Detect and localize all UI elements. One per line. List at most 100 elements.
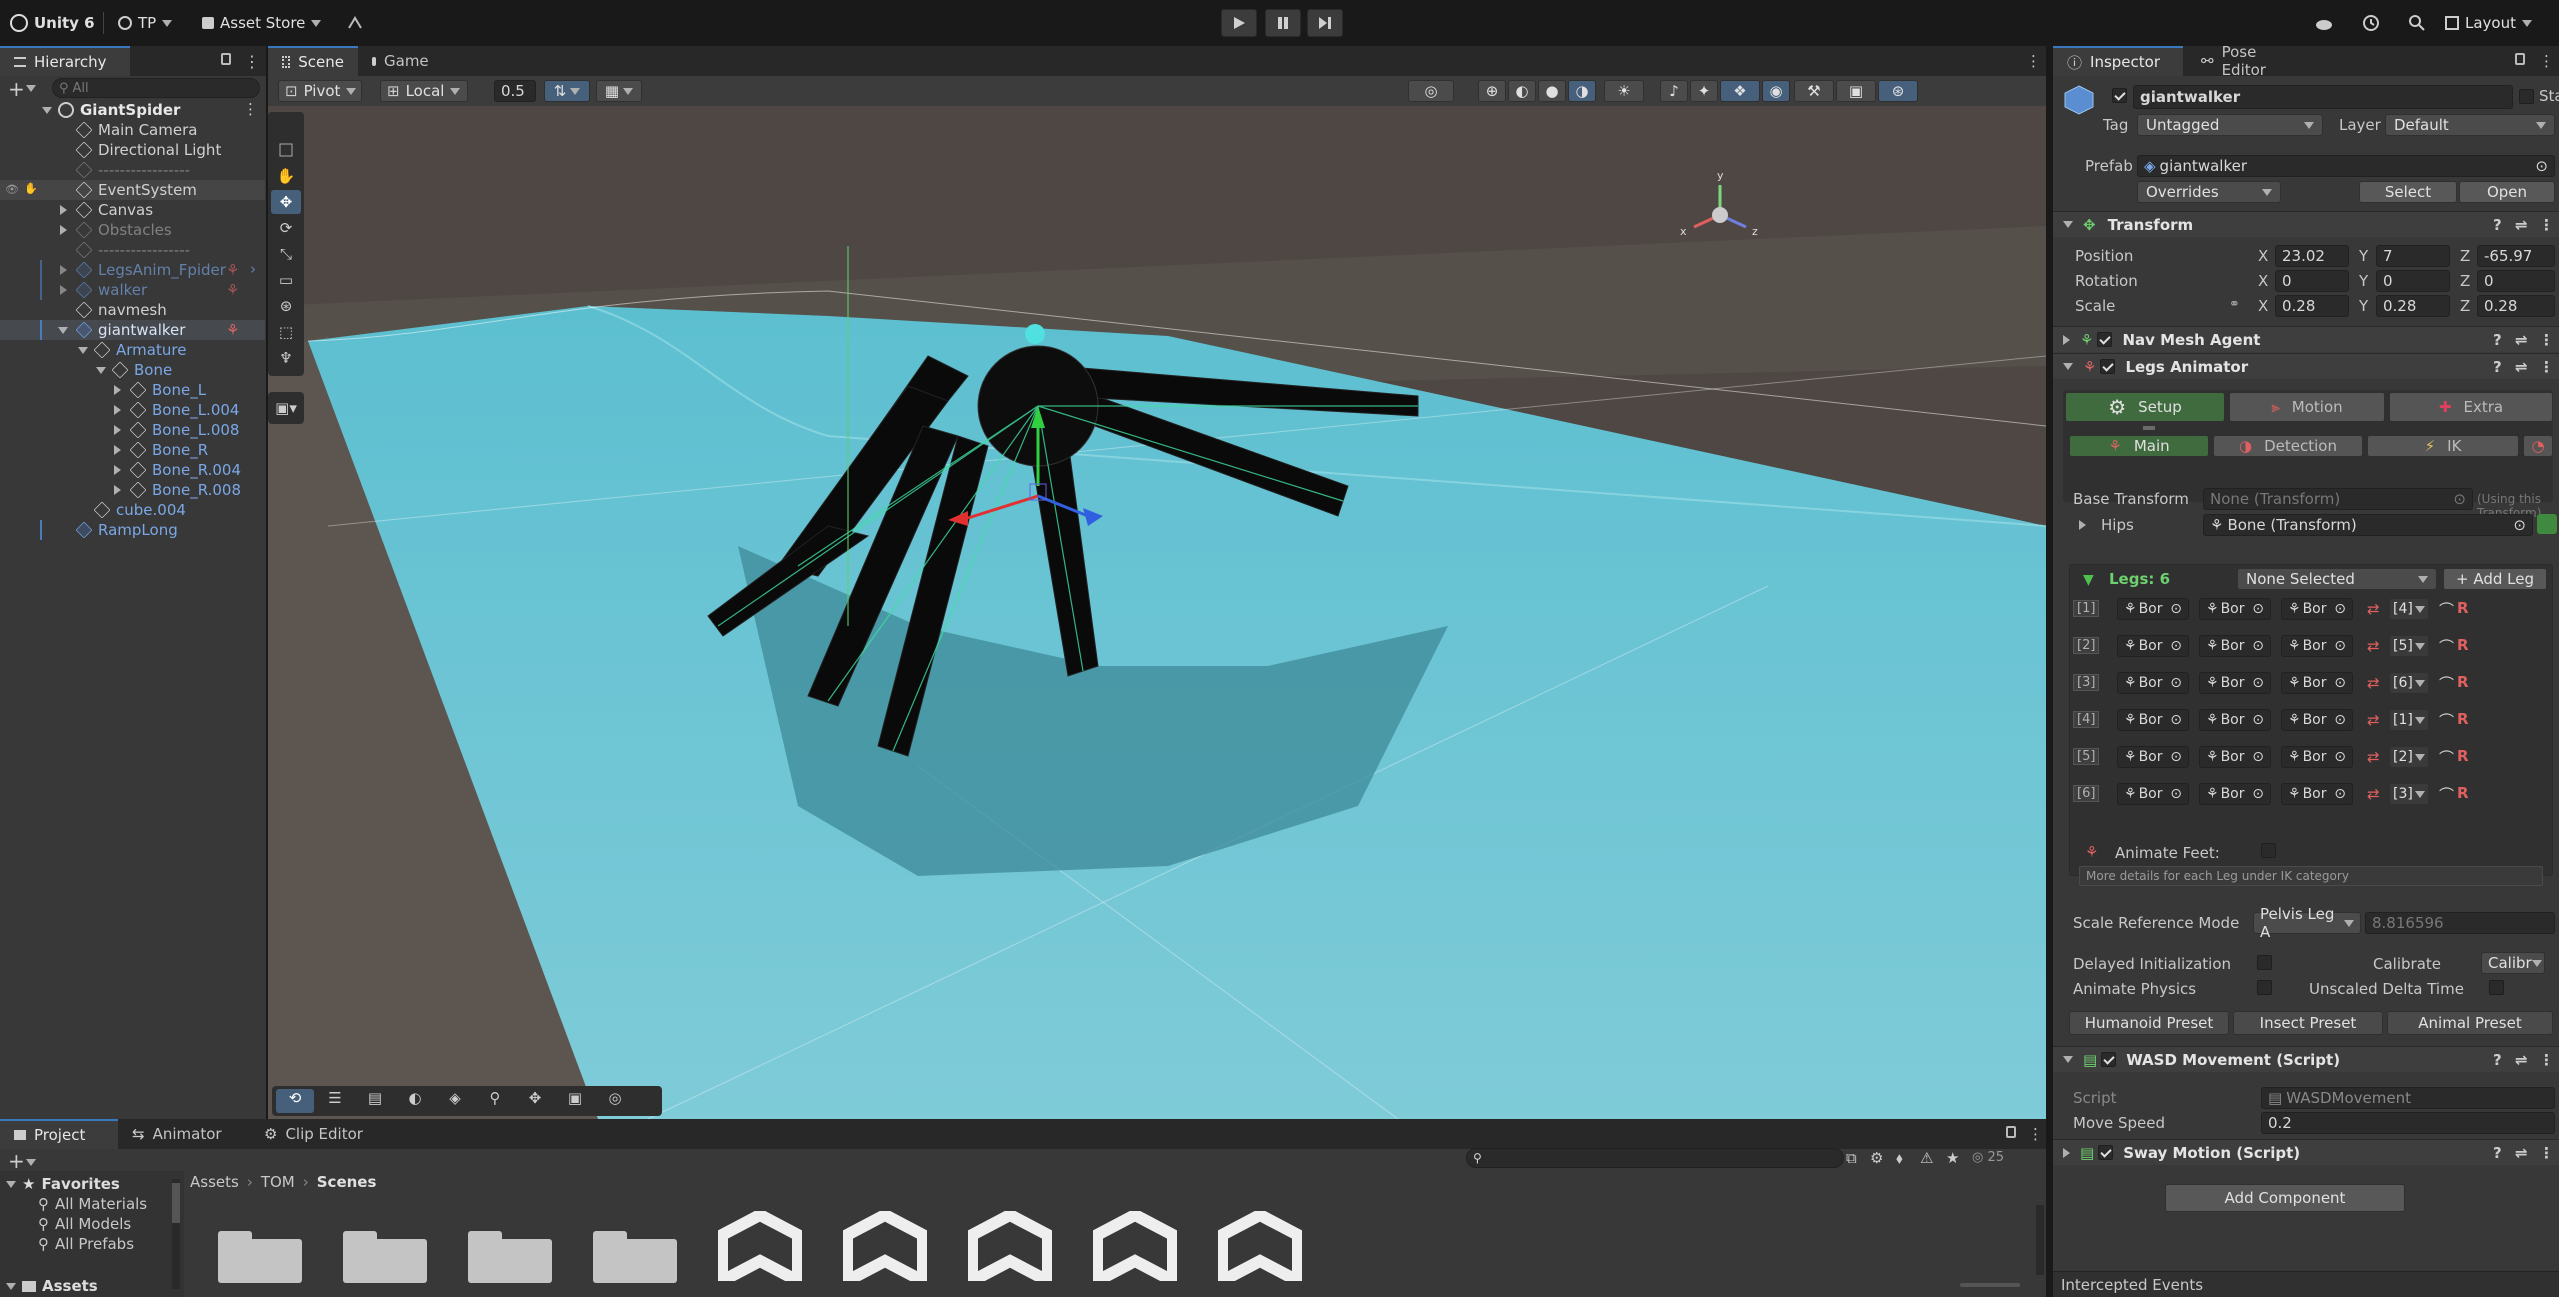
opposite-leg-dropdown[interactable]: [1] — [2389, 709, 2429, 731]
leg-bone-field[interactable]: ⚘ Bor ⊙ — [2281, 709, 2353, 731]
overrides-dropdown[interactable]: Overrides — [2137, 181, 2281, 203]
collapse-arrow-icon[interactable] — [6, 1282, 16, 1290]
pause-button[interactable] — [1265, 9, 1301, 37]
hidden-packages-count[interactable]: ◎ 25 — [1972, 1150, 2004, 1165]
favorite-item[interactable]: ⚲ All Prefabs — [38, 1235, 134, 1253]
tab-setup[interactable]: ⚙ Setup — [2065, 392, 2225, 422]
expand-arrow-icon[interactable] — [60, 205, 67, 215]
cloud-icon[interactable] — [2314, 10, 2334, 36]
expand-arrow-icon[interactable] — [60, 225, 67, 235]
move-tool-icon[interactable]: ✥ — [271, 190, 301, 214]
animate-feet-checkbox[interactable] — [2261, 843, 2276, 858]
list-item[interactable]: Obstacles — [0, 220, 265, 240]
rotation-z-field[interactable]: 0 — [2477, 270, 2555, 292]
chevron-right-icon[interactable]: › — [250, 260, 256, 278]
leg-bone-field[interactable]: ⚘ Bor ⊙ — [2281, 672, 2353, 694]
chevron-down-icon[interactable] — [26, 85, 36, 92]
position-z-field[interactable]: -65.97 — [2477, 245, 2555, 267]
tab-hierarchy[interactable]: Hierarchy — [0, 46, 130, 76]
scale-tool-icon[interactable]: ⤡ — [271, 242, 301, 266]
open-button[interactable]: Open — [2459, 181, 2555, 203]
static-checkbox[interactable] — [2519, 89, 2534, 104]
custom-tool-icon[interactable]: ⬚ — [271, 320, 301, 344]
settings-icon[interactable]: ☰ — [316, 1089, 354, 1113]
enabled-checkbox[interactable] — [2097, 332, 2113, 347]
opposite-leg-dropdown[interactable]: [2] — [2389, 746, 2429, 768]
breadcrumb-item[interactable]: TOM — [261, 1173, 295, 1191]
leg-side-icon[interactable]: R — [2457, 636, 2469, 654]
more-icon[interactable]: ⋮ — [2539, 1144, 2554, 1162]
extra-settings-button[interactable]: ◔ — [2523, 435, 2553, 457]
subtab-ik[interactable]: ⚡ IK — [2367, 435, 2519, 457]
more-icon[interactable]: ⋮ — [2539, 358, 2554, 376]
lock-icon[interactable] — [2515, 53, 2525, 65]
expand-arrow-icon[interactable] — [114, 385, 121, 395]
leg-index[interactable]: [5] — [2073, 748, 2100, 765]
expand-arrow-icon[interactable] — [114, 465, 121, 475]
more-icon[interactable]: ⋮ — [243, 100, 258, 118]
expand-arrow-icon[interactable] — [2063, 334, 2070, 345]
leg-side-icon[interactable]: R — [2457, 784, 2469, 802]
more-icon[interactable]: ⋮ — [2539, 331, 2554, 349]
link-icon[interactable]: ⚭ — [2229, 297, 2240, 312]
scene-asset-icon[interactable] — [1216, 1208, 1304, 1291]
scale-z-field[interactable]: 0.28 — [2477, 295, 2555, 317]
leg-bone-field[interactable]: ⚘ Bor ⊙ — [2117, 635, 2189, 657]
target-icon[interactable]: ⊙ — [2334, 712, 2346, 728]
preset-icon[interactable]: ⇌ — [2515, 331, 2528, 349]
enabled-checkbox[interactable] — [2101, 1052, 2117, 1067]
filter-icon[interactable]: ⧉ — [1846, 1149, 1857, 1167]
list-item[interactable]: Bone — [0, 360, 265, 380]
list-item[interactable]: Canvas — [0, 200, 265, 220]
visibility-toggle[interactable]: ◉ — [1762, 80, 1790, 102]
more-icon[interactable]: ⋮ — [244, 52, 260, 71]
leg-bone-field[interactable]: ⚘ Bor ⊙ — [2199, 598, 2271, 620]
shaded-wireframe-toggle[interactable]: ◐ — [1508, 80, 1536, 102]
expand-arrow-icon[interactable] — [114, 485, 121, 495]
account-dropdown[interactable]: TP — [118, 10, 173, 36]
layers-toggle[interactable]: ❖ — [1720, 80, 1760, 102]
enabled-checkbox[interactable] — [2100, 359, 2116, 374]
expand-arrow-icon[interactable] — [60, 265, 67, 275]
collapse-arrow-icon[interactable]: ▼ — [2083, 572, 2094, 588]
tab-inspector[interactable]: ⓘ Inspector — [2053, 46, 2183, 76]
list-item-selected[interactable]: giantwalker ⚘ — [0, 320, 265, 340]
list-item[interactable]: Bone_R.004 — [0, 460, 265, 480]
leg-bone-field[interactable]: ⚘ Bor ⊙ — [2199, 672, 2271, 694]
leg-bone-field[interactable]: ⚘ Bor ⊙ — [2281, 783, 2353, 805]
overlay-menu[interactable]: ▣▾ — [268, 392, 304, 424]
target-icon[interactable]: ⊙ — [2513, 516, 2526, 534]
star-icon[interactable]: ★ — [1946, 1149, 1959, 1167]
search-icon[interactable] — [2408, 10, 2426, 36]
prefab-field[interactable]: ◈ giantwalker ⊙ — [2137, 155, 2555, 177]
breadcrumb-item[interactable]: Assets — [190, 1173, 239, 1191]
unity-menu[interactable]: Unity 6 — [10, 10, 95, 36]
more-icon[interactable]: ⋮ — [2539, 216, 2554, 234]
list-item[interactable]: RampLong — [0, 520, 265, 540]
leg-index[interactable]: [1] — [2073, 600, 2100, 617]
help-icon[interactable]: ? — [2493, 331, 2502, 349]
chevron-down-icon[interactable] — [26, 1159, 36, 1166]
camera-toggle[interactable]: ▣ — [1836, 80, 1876, 102]
active-checkbox[interactable] — [2112, 88, 2127, 103]
humanoid-preset-button[interactable]: Humanoid Preset — [2069, 1011, 2229, 1035]
asset-store-dropdown[interactable]: Asset Store — [202, 10, 322, 36]
list-item[interactable]: cube.004 — [0, 500, 265, 520]
insect-preset-button[interactable]: Insect Preset — [2233, 1011, 2383, 1035]
expand-arrow-icon[interactable] — [42, 107, 52, 114]
leg-side-icon[interactable]: R — [2457, 673, 2469, 691]
list-item[interactable]: Bone_L.004 — [0, 400, 265, 420]
list-item[interactable]: Bone_R.008 — [0, 480, 265, 500]
list-item[interactable]: 👁 ✋ EventSystem — [0, 180, 265, 200]
favorite-item[interactable]: ⚲ All Models — [38, 1215, 131, 1233]
layers-icon[interactable]: ◈ — [436, 1089, 474, 1113]
transform-tool-icon[interactable]: ⊛ — [271, 294, 301, 318]
leg-index[interactable]: [3] — [2073, 674, 2100, 691]
snap-input[interactable]: 0.5 — [494, 80, 536, 102]
expand-arrow-icon[interactable] — [58, 327, 68, 334]
search-icon[interactable]: ⚲ — [476, 1089, 514, 1113]
leg-index[interactable]: [4] — [2073, 711, 2100, 728]
leg-bone-field[interactable]: ⚘ Bor ⊙ — [2117, 746, 2189, 768]
enabled-checkbox[interactable] — [2098, 1145, 2114, 1160]
animate-physics-checkbox[interactable] — [2257, 980, 2272, 995]
